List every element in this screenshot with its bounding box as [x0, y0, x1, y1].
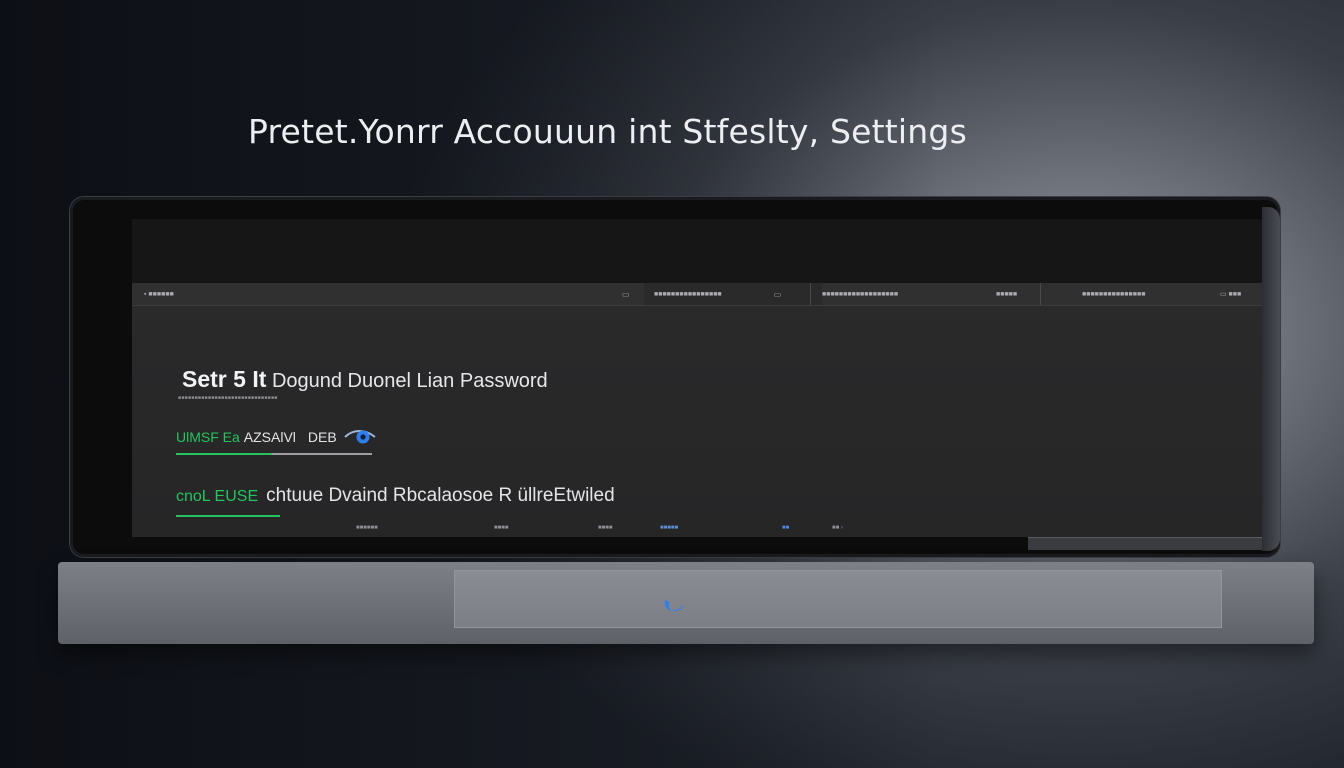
confirm-field-value[interactable]: chtuue Dvaind Rbcalaosoe R üllreEtwiled	[266, 485, 615, 507]
form-title: Setr 5 It Dogund Duonel Lian Password	[182, 366, 548, 393]
footer-item-1[interactable]: ■■■■■■	[356, 525, 378, 531]
app-title: ▪ ■■■■■■	[144, 283, 174, 305]
topbar-tab-3[interactable]: ■■■■■	[996, 283, 1017, 305]
monitor-bezel	[1262, 207, 1280, 551]
form-title-text: Dogund Duonel Lian Password	[271, 370, 548, 392]
topbar-tab-4-label: ■■■■■■■■■■■■■■■	[1082, 290, 1146, 298]
monitor-frame: ▪ ■■■■■■ ▭ ■■■■■■■■■■■■■■■■ ▭ ■■■■■■■■■■…	[70, 197, 1280, 557]
password-field-suffix: DEB	[307, 429, 337, 445]
topbar-divider	[810, 283, 811, 305]
password-field-underline-dotted	[272, 453, 372, 455]
topbar-divider	[1040, 283, 1041, 305]
password-field-label: UlMSF Ea	[176, 429, 240, 445]
footer-item-6[interactable]: ■■ ›	[832, 525, 843, 531]
screen-footer: ■■■■■■ ■■■■ ■■■■ ■■■■■ ■■ ■■ ›	[132, 525, 1262, 537]
topbar-action[interactable]: ▭ ■■■	[1220, 283, 1241, 305]
footer-item-5[interactable]: ■■	[782, 525, 789, 531]
password-field[interactable]: UlMSF Ea AZSAlVl DEB	[176, 426, 377, 448]
swoosh-logo-icon[interactable]	[661, 594, 689, 618]
footer-item-3[interactable]: ■■■■	[598, 525, 613, 531]
app-title-label: ▪ ■■■■■■	[144, 290, 174, 298]
topbar-tab-1[interactable]: ■■■■■■■■■■■■■■■■ ▭	[644, 283, 822, 305]
screen: ▪ ■■■■■■ ▭ ■■■■■■■■■■■■■■■■ ▭ ■■■■■■■■■■…	[132, 283, 1262, 537]
topbar-tab-1-label: ■■■■■■■■■■■■■■■■	[654, 290, 722, 298]
topbar-action-label: ▭ ■■■	[1220, 291, 1242, 298]
window-topbar: ▪ ■■■■■■ ▭ ■■■■■■■■■■■■■■■■ ▭ ■■■■■■■■■■…	[132, 283, 1262, 306]
topbar-tab-4[interactable]: ■■■■■■■■■■■■■■■	[1082, 283, 1145, 305]
screen-header-area	[132, 219, 1262, 283]
confirm-field-underline	[176, 515, 280, 517]
confirm-field-label: cnoL EUSE	[176, 488, 259, 505]
footer-item-2[interactable]: ■■■■	[494, 525, 509, 531]
screen-stand	[1028, 537, 1262, 550]
form-title-lead: Setr 5 It	[182, 366, 267, 392]
footer-item-4[interactable]: ■■■■■	[660, 525, 678, 531]
page-headline: Pretet.Yonrr Accouuun int Stfeslty, Sett…	[248, 112, 967, 151]
eye-icon[interactable]	[343, 426, 377, 448]
topbar-tab-2-label: ■■■■■■■■■■■■■■■■■■	[822, 290, 899, 298]
window-icon: ▭	[622, 289, 630, 299]
topbar-tab-2[interactable]: ■■■■■■■■■■■■■■■■■■	[822, 283, 898, 305]
window-icon-button[interactable]: ▭	[622, 283, 630, 305]
tab-icon: ▭	[773, 289, 782, 299]
password-field-value[interactable]: AZSAlVl	[244, 429, 296, 445]
form-subtitle: ■■■■■■■■■■■■■■■■■■■■■■■■■■■■■■	[178, 395, 278, 401]
tray-panel	[454, 570, 1222, 628]
topbar-tab-3-label: ■■■■■	[996, 290, 1018, 298]
confirm-field[interactable]: cnoL EUSE chtuue Dvaind Rbcalaosoe R üll…	[176, 485, 615, 507]
keyboard-tray	[58, 562, 1314, 644]
